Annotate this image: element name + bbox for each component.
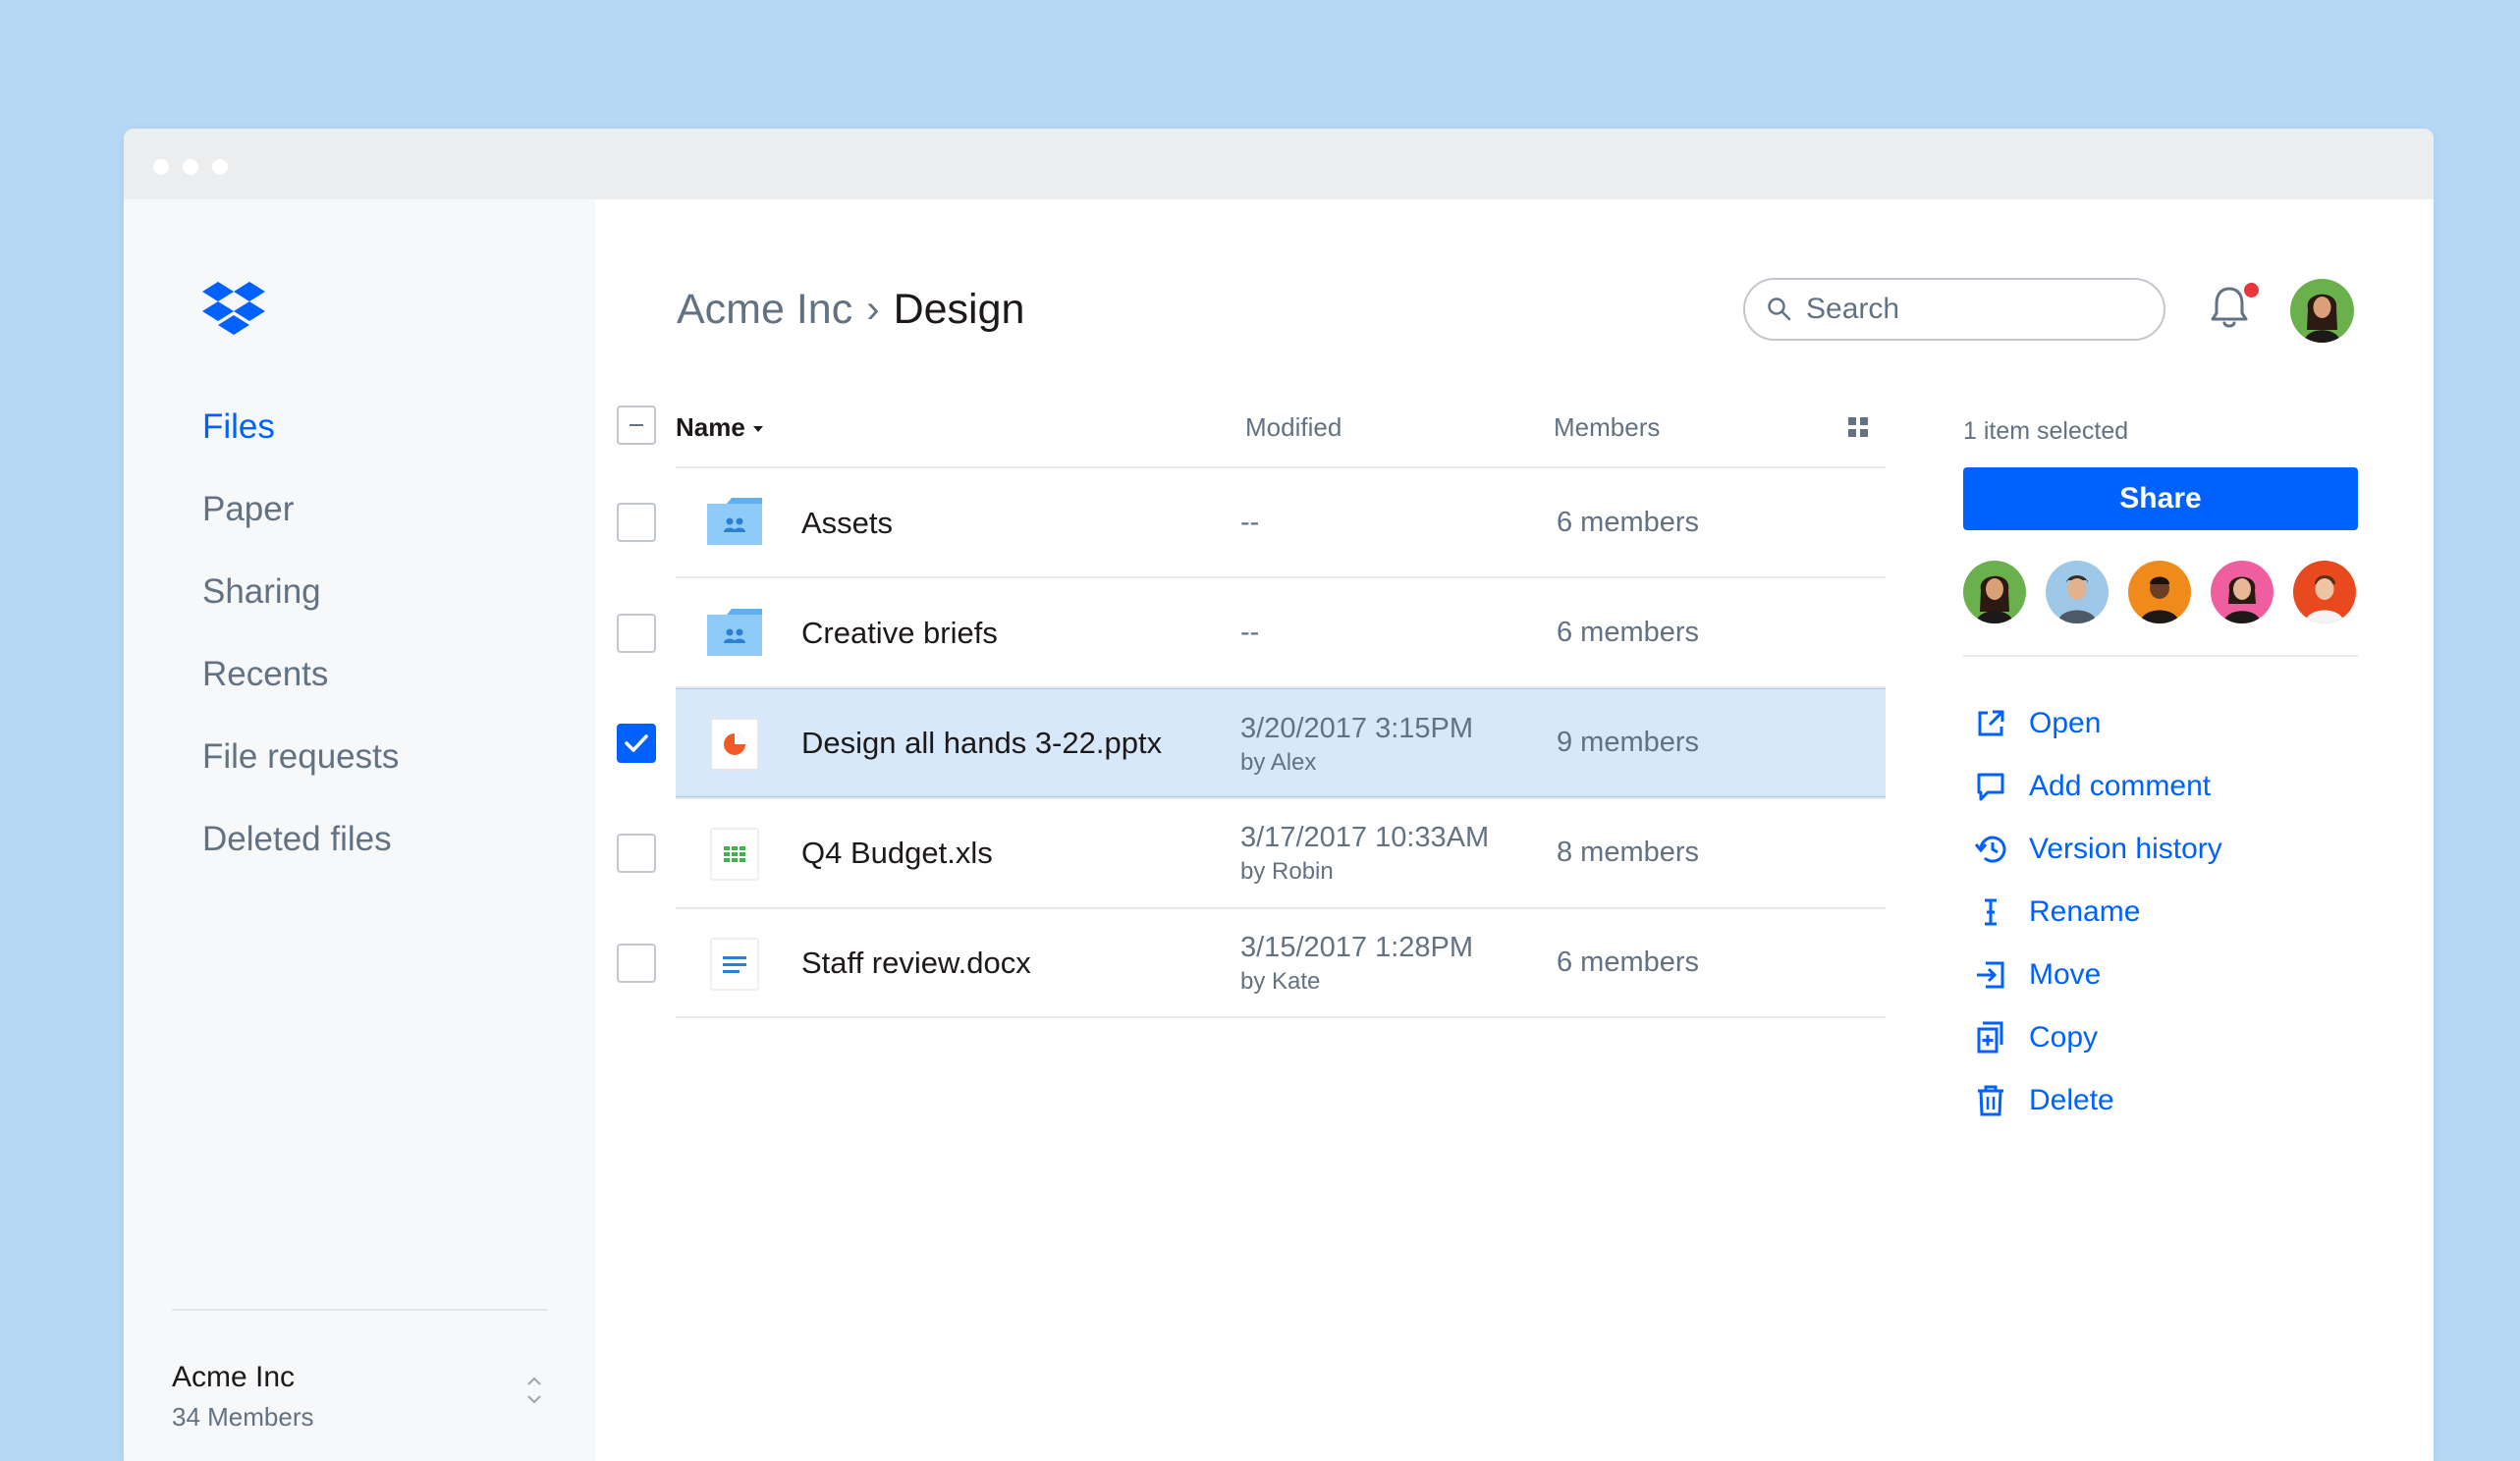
row-checkbox[interactable]	[617, 944, 656, 983]
row-checkbox[interactable]	[617, 614, 656, 653]
file-name[interactable]: Creative briefs	[801, 616, 998, 651]
breadcrumb-current: Design	[893, 286, 1025, 333]
presentation-file-icon	[707, 717, 762, 772]
member-avatar[interactable]	[2293, 561, 2356, 623]
file-name[interactable]: Assets	[801, 506, 893, 541]
row-checkbox[interactable]	[617, 834, 656, 873]
version-history-icon	[1974, 836, 2006, 863]
share-button[interactable]: Share	[1963, 467, 2358, 530]
action-label: Open	[2029, 707, 2102, 739]
column-header-name[interactable]: Name	[676, 412, 763, 443]
search-icon	[1768, 298, 1791, 321]
row-divider	[676, 797, 1886, 799]
member-avatar[interactable]	[2046, 561, 2109, 623]
shared-folder-icon	[705, 607, 764, 658]
row-checkbox-checked[interactable]	[617, 724, 656, 763]
action-label: Rename	[2029, 895, 2141, 928]
team-switcher-chevron-icon[interactable]	[525, 1373, 543, 1413]
row-checkbox[interactable]	[617, 503, 656, 542]
sidebar-item-paper[interactable]: Paper	[202, 490, 294, 529]
modified-date: 3/17/2017 10:33AM	[1240, 822, 1490, 853]
row-divider	[676, 1016, 1886, 1018]
breadcrumb: Acme Inc › Design	[677, 286, 1024, 334]
window-control-minimize[interactable]	[183, 159, 198, 175]
action-version-history[interactable]: Version history	[1974, 825, 2222, 874]
action-delete[interactable]: Delete	[1974, 1076, 2114, 1125]
action-add-comment[interactable]: Add comment	[1974, 762, 2211, 811]
file-name[interactable]: Q4 Budget.xls	[801, 836, 993, 871]
modified-by: by Kate	[1240, 968, 1321, 995]
checkmark-icon	[625, 734, 648, 752]
team-name[interactable]: Acme Inc	[172, 1361, 295, 1394]
document-file-icon	[707, 937, 762, 992]
open-external-icon	[1978, 710, 2004, 736]
modified-by: by Alex	[1240, 749, 1317, 776]
sidebar-item-sharing[interactable]: Sharing	[202, 572, 321, 612]
header-divider	[676, 466, 1886, 468]
grid-view-icon[interactable]	[1846, 415, 1870, 444]
member-count: 9 members	[1557, 727, 1700, 758]
trash-icon	[1978, 1085, 2003, 1116]
column-header-modified[interactable]: Modified	[1245, 412, 1342, 443]
member-avatar[interactable]	[2128, 561, 2191, 623]
row-divider	[676, 907, 1886, 909]
spreadsheet-file-icon	[707, 827, 762, 882]
member-count: 6 members	[1557, 617, 1700, 648]
action-label: Copy	[2029, 1021, 2099, 1054]
search-input[interactable]	[1806, 293, 2140, 326]
search-box[interactable]	[1743, 278, 2165, 341]
column-header-name-label: Name	[676, 412, 745, 442]
row-divider	[676, 686, 1886, 688]
member-count: 6 members	[1557, 947, 1700, 978]
member-avatar[interactable]	[2211, 561, 2273, 623]
sort-caret-icon	[752, 426, 763, 433]
file-name[interactable]: Staff review.docx	[801, 946, 1031, 981]
comment-icon	[1977, 773, 2004, 801]
modified-date: --	[1240, 507, 1260, 538]
modified-info: 3/17/2017 10:33AM by Robin	[1240, 822, 1489, 886]
file-name[interactable]: Design all hands 3-22.pptx	[801, 726, 1162, 761]
window-control-maximize[interactable]	[212, 159, 228, 175]
modified-date: --	[1240, 617, 1260, 648]
action-label: Add comment	[2029, 770, 2212, 802]
column-header-members[interactable]: Members	[1554, 412, 1660, 443]
copy-icon	[1977, 1021, 2003, 1054]
text-cursor-icon	[1985, 898, 1997, 926]
window-control-close[interactable]	[153, 159, 169, 175]
sidebar-item-deleted-files[interactable]: Deleted files	[202, 820, 392, 859]
action-label: Move	[2029, 958, 2102, 991]
action-move[interactable]: Move	[1974, 950, 2101, 1000]
modified-date: 3/15/2017 1:28PM	[1240, 932, 1474, 963]
action-open[interactable]: Open	[1974, 699, 2101, 748]
sidebar-item-file-requests[interactable]: File requests	[202, 737, 399, 777]
modified-info: 3/20/2017 3:15PM by Alex	[1240, 713, 1473, 777]
dropbox-logo-icon[interactable]	[202, 282, 265, 341]
action-copy[interactable]: Copy	[1974, 1013, 2098, 1062]
panel-divider	[1963, 655, 2358, 657]
action-rename[interactable]: Rename	[1974, 888, 2140, 937]
modified-info: 3/15/2017 1:28PM by Kate	[1240, 932, 1473, 996]
action-label: Delete	[2029, 1084, 2114, 1116]
select-all-checkbox[interactable]	[617, 406, 656, 445]
modified-date: 3/20/2017 3:15PM	[1240, 713, 1474, 744]
sidebar-divider	[172, 1309, 547, 1311]
breadcrumb-separator: ›	[866, 288, 880, 331]
selection-count: 1 item selected	[1963, 417, 2129, 445]
row-divider	[676, 576, 1886, 578]
user-avatar[interactable]	[2290, 279, 2354, 343]
sidebar-item-recents[interactable]: Recents	[202, 655, 328, 694]
move-icon	[1977, 961, 2004, 989]
modified-by: by Robin	[1240, 858, 1334, 885]
breadcrumb-parent[interactable]: Acme Inc	[677, 286, 852, 334]
member-avatar[interactable]	[1963, 561, 2026, 623]
member-count: 6 members	[1557, 507, 1700, 538]
member-count: 8 members	[1557, 837, 1700, 868]
action-label: Version history	[2029, 833, 2222, 865]
shared-folder-icon	[705, 496, 764, 547]
window-titlebar	[124, 129, 2434, 199]
notification-badge	[2244, 283, 2259, 298]
sidebar-item-files[interactable]: Files	[202, 407, 275, 447]
team-member-count: 34 Members	[172, 1402, 314, 1432]
